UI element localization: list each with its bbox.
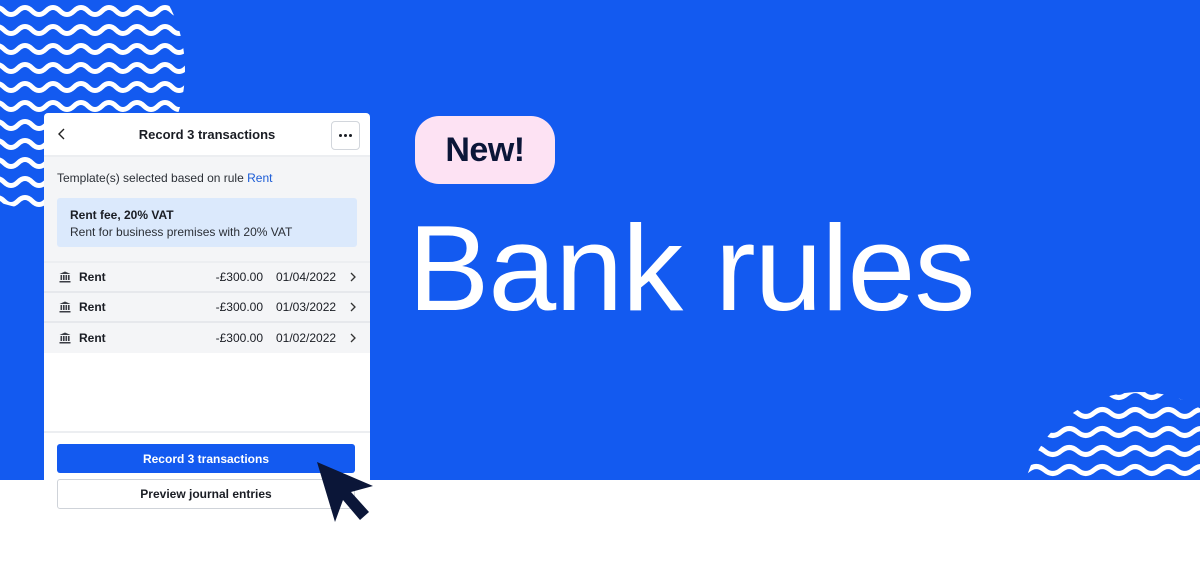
transaction-name: Rent (79, 331, 106, 345)
transaction-date: 01/04/2022 (276, 270, 337, 284)
transaction-amount: -£300.00 (215, 270, 263, 284)
bank-icon (59, 301, 71, 313)
more-horizontal-icon (349, 134, 352, 137)
wave-line (1022, 445, 1200, 457)
chevron-left-icon[interactable] (54, 125, 70, 143)
transaction-date: 01/03/2022 (276, 300, 337, 314)
transaction-row[interactable]: Rent -£300.00 01/03/2022 (44, 293, 370, 323)
wave-pattern-bottom-right (1022, 392, 1200, 476)
bank-icon (59, 332, 71, 344)
rule-link[interactable]: Rent (247, 171, 272, 185)
wave-line (1022, 426, 1200, 438)
transaction-amount: -£300.00 (215, 331, 263, 345)
wave-line (1022, 464, 1200, 476)
chevron-right-icon (350, 333, 356, 343)
wave-line (1022, 407, 1200, 419)
panel-header: Record 3 transactions (44, 113, 370, 157)
chevron-right-icon (350, 272, 356, 282)
transaction-row[interactable]: Rent -£300.00 01/02/2022 (44, 323, 370, 353)
wave-line (0, 62, 185, 74)
transaction-date: 01/02/2022 (276, 331, 337, 345)
rule-info: Template(s) selected based on rule Rent (57, 171, 357, 185)
transaction-name: Rent (79, 300, 106, 314)
record-transactions-panel: Record 3 transactions Template(s) select… (44, 113, 370, 518)
wave-line (0, 81, 185, 93)
bank-icon (59, 271, 71, 283)
template-name: Rent fee, 20% VAT (70, 208, 174, 222)
new-badge: New! (415, 116, 555, 184)
wave-line (0, 43, 185, 55)
preview-journal-entries-button[interactable]: Preview journal entries (57, 479, 355, 509)
wave-line (0, 100, 185, 112)
mouse-pointer-icon (317, 462, 373, 522)
empty-area (44, 353, 370, 431)
more-horizontal-icon (339, 134, 342, 137)
transaction-name: Rent (79, 270, 106, 284)
wave-line (1022, 392, 1200, 400)
wave-line (0, 5, 185, 17)
transaction-list: Rent -£300.00 01/04/2022 Rent -£300.00 0… (44, 261, 370, 353)
template-card[interactable]: Rent fee, 20% VAT Rent for business prem… (57, 198, 357, 247)
wave-line (0, 24, 185, 36)
chevron-right-icon (350, 302, 356, 312)
more-horizontal-icon (344, 134, 347, 137)
transaction-amount: -£300.00 (215, 300, 263, 314)
template-description: Rent for business premises with 20% VAT (70, 225, 293, 239)
panel-body: Template(s) selected based on rule Rent … (44, 157, 370, 261)
rule-info-text: Template(s) selected based on rule (57, 171, 244, 185)
more-options-button[interactable] (331, 121, 360, 150)
headline: Bank rules (408, 200, 975, 336)
record-transactions-button[interactable]: Record 3 transactions (57, 444, 355, 473)
transaction-row[interactable]: Rent -£300.00 01/04/2022 (44, 263, 370, 293)
panel-title: Record 3 transactions (138, 126, 276, 142)
